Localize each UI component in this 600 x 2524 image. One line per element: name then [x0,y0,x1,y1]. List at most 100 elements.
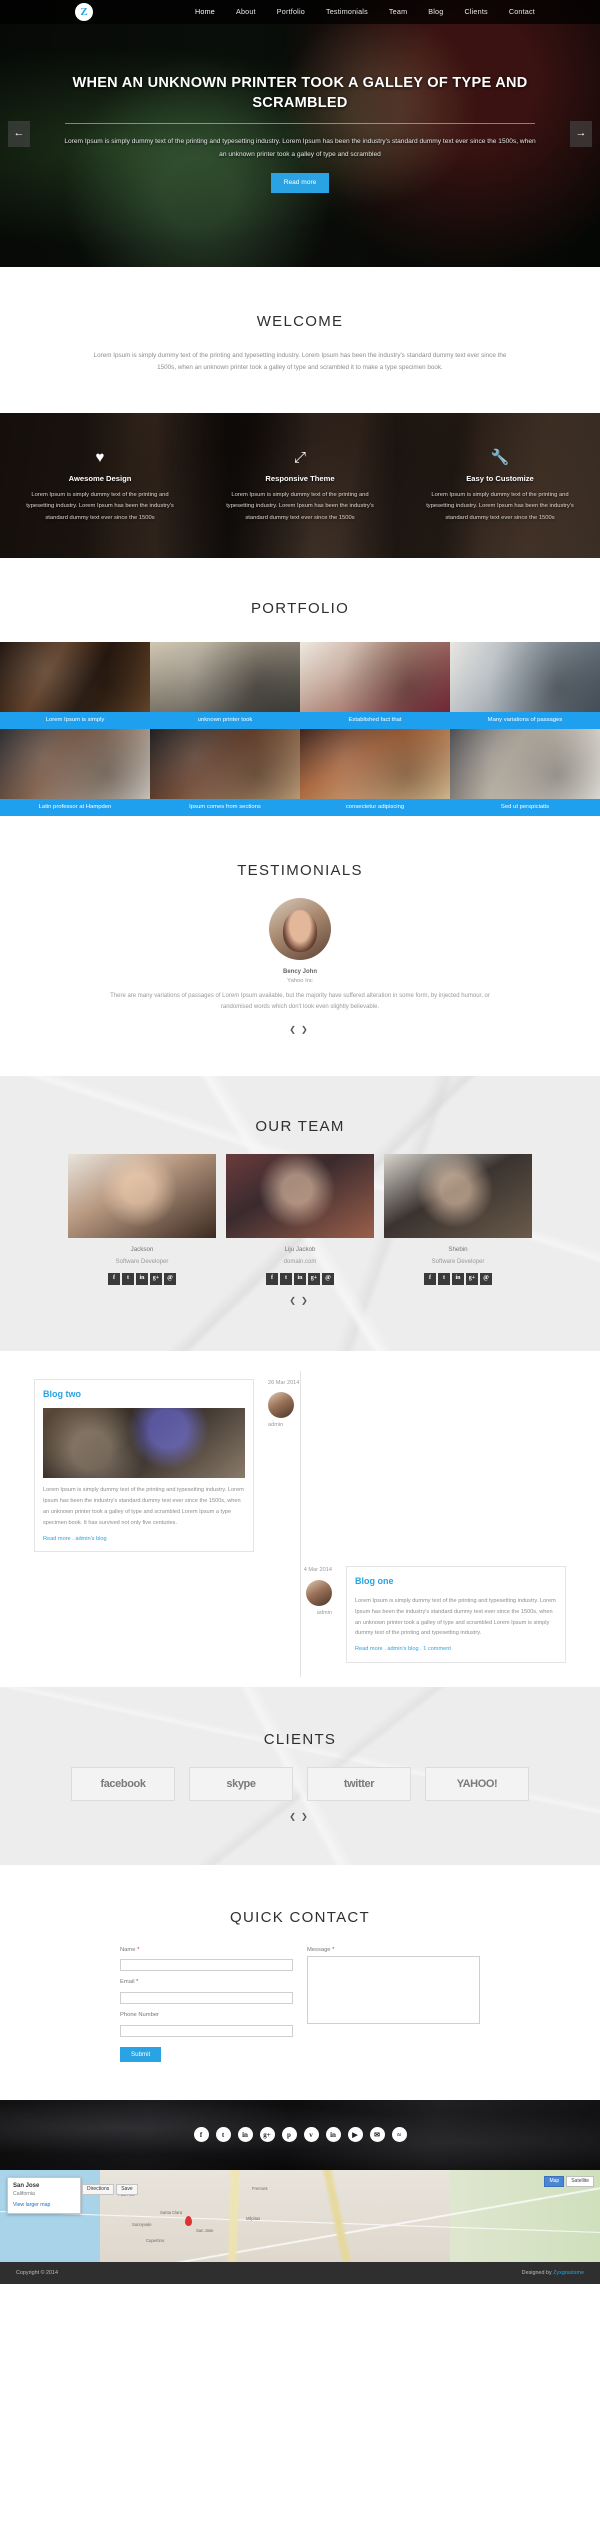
hero-read-more-button[interactable]: Read more [270,172,330,193]
email-icon[interactable]: @ [164,1272,176,1285]
facebook-icon[interactable]: f [424,1272,436,1285]
client-logo-skype[interactable]: skype [189,1767,293,1802]
google-plus-icon[interactable]: g+ [466,1272,478,1285]
portfolio-image[interactable] [150,729,300,800]
linkedin-icon[interactable]: in [452,1272,464,1285]
name-input[interactable] [120,1959,293,1972]
vimeo-icon[interactable]: v [303,2127,319,2143]
footer-social-bar: f t in g+ p v in ▶ ✉ ≈ [0,2099,600,2170]
facebook-icon[interactable]: f [108,1272,120,1285]
nav-item-testimonials[interactable]: Testimonials [326,7,368,18]
portfolio-image[interactable] [300,729,450,800]
nav-item-portfolio[interactable]: Portfolio [277,7,305,18]
blog-post-card: Blog two Lorem Ipsum is simply dummy tex… [34,1378,254,1553]
email-icon[interactable]: ✉ [369,2127,385,2143]
team-prev-arrow[interactable]: ❮ [289,1295,299,1307]
copyright-text: Copyright © 2014 [16,2269,59,2276]
credit-link[interactable]: Zyxgrastsme [553,2270,584,2276]
team-member-name: Liju Jackob [284,1246,316,1254]
portfolio-image[interactable] [450,729,600,800]
map-save-button[interactable]: Save [116,2183,138,2196]
feature-title: Responsive Theme [265,473,335,483]
clients-prev-arrow[interactable]: ❮ [289,1811,299,1823]
twitter-icon[interactable]: t [280,1272,292,1285]
twitter-icon[interactable]: t [215,2127,231,2143]
twitter-icon[interactable]: t [122,1272,134,1285]
client-logo-twitter[interactable]: twitter [307,1767,411,1802]
portfolio-item[interactable]: unknown printer took [150,642,300,730]
portfolio-image[interactable] [300,642,450,713]
portfolio-image[interactable] [0,729,150,800]
map-larger-link[interactable]: View larger map [13,2202,75,2210]
nav-item-blog[interactable]: Blog [428,7,443,18]
portfolio-caption[interactable]: Many variations of passages [450,712,600,730]
footer-bottom-bar: Copyright © 2014 Designed by Zyxgrastsme [0,2261,600,2284]
hero-next-arrow[interactable]: → [570,120,592,147]
blog-post-avatar [268,1392,294,1419]
portfolio-image[interactable] [450,642,600,713]
map-tab-satellite[interactable]: Satellite [566,2175,594,2188]
google-plus-icon[interactable]: g+ [150,1272,162,1285]
nav-item-contact[interactable]: Contact [509,7,535,18]
facebook-icon[interactable]: f [266,1272,278,1285]
blog-post-links[interactable]: Read more . admin's blog . 1 comment [355,1645,557,1653]
youtube-icon[interactable]: ▶ [347,2127,363,2143]
portfolio-item[interactable]: Many variations of passages [450,642,600,730]
portfolio-item[interactable]: consectetur adipiscing [300,729,450,816]
map-directions-button[interactable]: Directions [82,2183,115,2196]
linkedin-icon[interactable]: in [237,2127,253,2143]
portfolio-caption[interactable]: Lorem Ipsum is simply [0,712,150,730]
facebook-icon[interactable]: f [193,2127,209,2143]
portfolio-item[interactable]: Established fact that [300,642,450,730]
team-next-arrow[interactable]: ❯ [301,1295,311,1307]
blog-post-title[interactable]: Blog two [43,1388,245,1402]
client-logo-yahoo[interactable]: YAHOO! [425,1767,529,1802]
map-tab-map[interactable]: Map [544,2175,565,2188]
blog-post-avatar [306,1579,332,1606]
portfolio-item[interactable]: Ipsum comes from sections [150,729,300,816]
portfolio-item[interactable]: Latin professor at Hampden [0,729,150,816]
clients-title: CLIENTS [263,1730,337,1748]
testimonials-prev-arrow[interactable]: ❮ [289,1024,299,1036]
portfolio-caption[interactable]: unknown printer took [150,712,300,730]
team-member-role: Software Developer [115,1258,169,1265]
portfolio-image[interactable] [150,642,300,713]
portfolio-caption[interactable]: Latin professor at Hampden [0,799,150,816]
client-logo-facebook[interactable]: facebook [71,1767,175,1802]
feature-title: Awesome Design [68,473,132,483]
portfolio-image[interactable] [0,642,150,713]
blog-post-title[interactable]: Blog one [355,1575,557,1589]
map-section[interactable]: Palo Alto Fremont Santa Clara San Jose M… [0,2169,600,2262]
blog-post-links[interactable]: Read more . admin's blog [43,1535,245,1543]
clients-next-arrow[interactable]: ❯ [301,1811,311,1823]
google-plus-icon[interactable]: g+ [308,1272,320,1285]
twitter-icon[interactable]: t [438,1272,450,1285]
portfolio-caption[interactable]: Established fact that [300,712,450,730]
team-member-photo [384,1154,532,1239]
rss-icon[interactable]: ≈ [391,2127,407,2143]
portfolio-item[interactable]: Sed ut perspiciatis [450,729,600,816]
nav-item-about[interactable]: About [236,7,256,18]
message-textarea[interactable] [307,1956,480,2025]
linkedin-icon[interactable]: in [294,1272,306,1285]
submit-button[interactable]: Submit [120,2046,162,2062]
portfolio-caption[interactable]: Sed ut perspiciatis [450,799,600,816]
hero-prev-arrow[interactable]: ← [8,120,30,147]
site-logo[interactable]: Z [75,3,93,21]
google-plus-icon[interactable]: g+ [259,2127,275,2143]
nav-item-team[interactable]: Team [389,7,407,18]
instagram-icon[interactable]: in [325,2127,341,2143]
nav-item-clients[interactable]: Clients [464,7,487,18]
linkedin-icon[interactable]: in [136,1272,148,1285]
nav-item-home[interactable]: Home [195,7,215,18]
portfolio-caption[interactable]: Ipsum comes from sections [150,799,300,816]
email-label: Email * [120,1979,139,1986]
phone-input[interactable] [120,2024,293,2037]
pinterest-icon[interactable]: p [281,2127,297,2143]
portfolio-item[interactable]: Lorem Ipsum is simply [0,642,150,730]
email-icon[interactable]: @ [322,1272,334,1285]
portfolio-caption[interactable]: consectetur adipiscing [300,799,450,816]
email-icon[interactable]: @ [480,1272,492,1285]
testimonials-next-arrow[interactable]: ❯ [301,1024,311,1036]
email-input[interactable] [120,1992,293,2005]
